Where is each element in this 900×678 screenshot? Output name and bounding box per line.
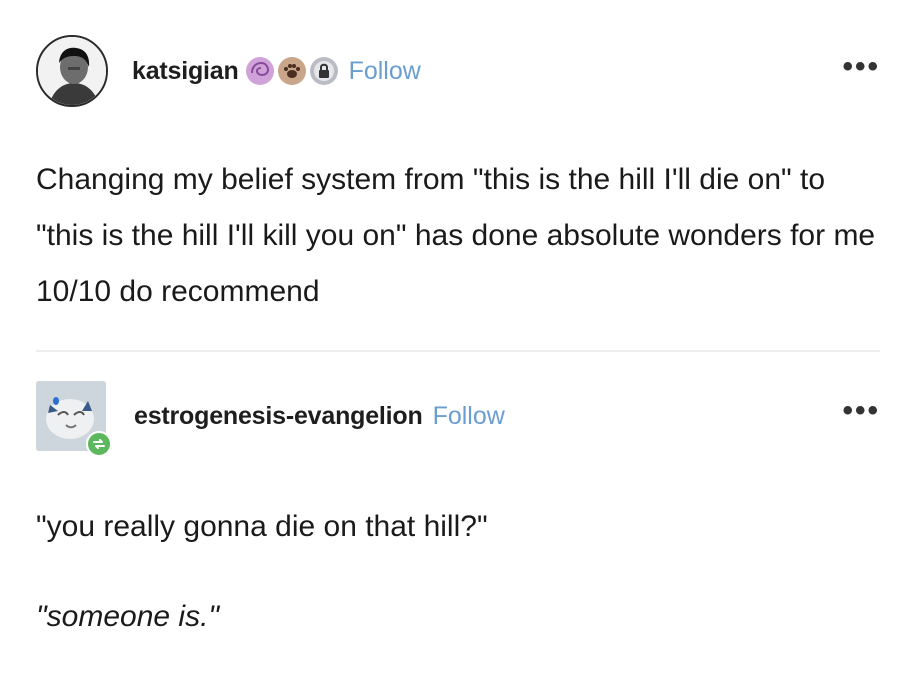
post-katsigian: katsigian Follow ••• Changing my belief … [0,0,900,345]
paw-badge-icon[interactable] [277,56,307,86]
post-paragraph: "you really gonna die on that hill?" [36,510,488,543]
swirl-badge-icon[interactable] [245,56,275,86]
post-header: katsigian Follow [36,32,421,110]
follow-button[interactable]: Follow [433,402,505,431]
reblog-badge-icon [86,431,112,457]
username[interactable]: estrogenesis-evangelion [134,402,423,431]
divider [36,350,880,352]
username[interactable]: katsigian [132,57,239,86]
post-paragraph: "someone is." [36,600,220,633]
more-options-icon[interactable]: ••• [842,52,880,82]
follow-button[interactable]: Follow [349,57,421,86]
avatar[interactable] [36,381,112,457]
avatar[interactable] [36,35,108,107]
lock-badge-icon[interactable] [309,56,339,86]
post-header: estrogenesis-evangelion Follow [36,376,505,457]
post-reblog: estrogenesis-evangelion Follow ••• "you … [0,356,900,678]
badge-group [245,56,339,86]
post-body-text: Changing my belief system from "this is … [36,163,876,308]
more-options-icon[interactable]: ••• [842,396,880,426]
